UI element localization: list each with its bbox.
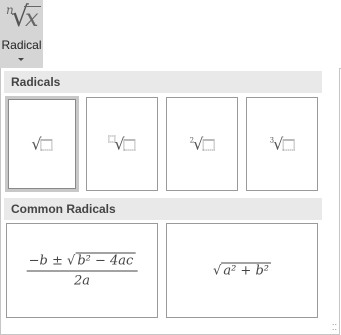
square-root-preview: √ [31,135,53,154]
resize-grip-icon[interactable]: ⁚⁚ [332,324,337,332]
square-root-with-degree-preview: 2√ [190,135,215,154]
radical-icon: n √ x [2,0,42,38]
section-header-common-radicals: Common Radicals [4,198,322,220]
pythagorean-sqrt-preview: √ a² + b² [213,262,271,278]
radical-button-label: Radical [1,38,42,52]
chevron-down-icon [18,58,24,61]
quadratic-formula-preview: −b ± √ b² − 4ac 2a [26,252,138,288]
radical-ribbon-button[interactable]: n √ x Radical [0,0,43,68]
gallery-item-quadratic-formula[interactable]: −b ± √ b² − 4ac 2a [6,223,158,318]
gallery-item-radical-with-degree[interactable]: √ [86,97,158,191]
cube-root-preview: 3√ [270,135,295,154]
gallery-item-square-root[interactable]: √ [5,96,79,192]
section-header-radicals: Radicals [4,71,322,93]
gallery-item-square-root-with-degree[interactable]: 2√ [166,97,238,191]
radical-with-degree-preview: √ [108,135,136,154]
gallery-item-cube-root[interactable]: 3√ [246,97,318,191]
gallery-item-pythagorean-sqrt[interactable]: √ a² + b² [166,223,318,318]
